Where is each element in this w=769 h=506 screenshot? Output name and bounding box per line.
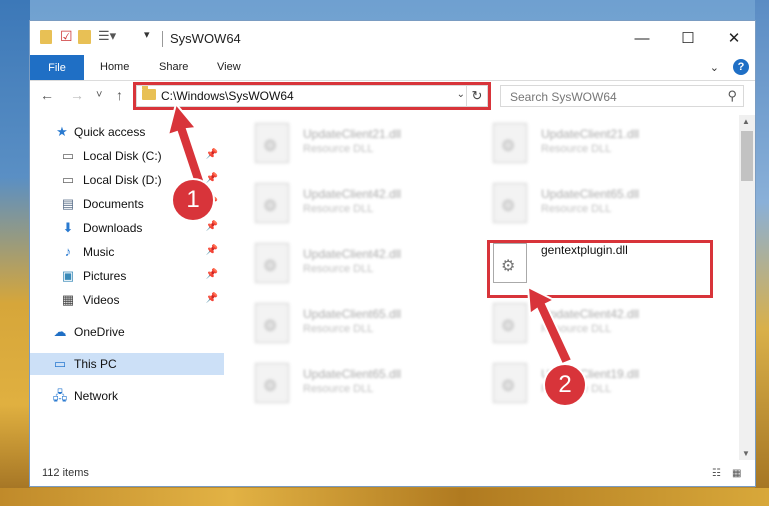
step-2-badge: 2: [543, 363, 587, 407]
step-1-badge: 1: [171, 178, 215, 222]
arrow-1: [166, 101, 207, 188]
annotation-arrows: [166, 101, 574, 366]
arrow-2: [526, 285, 574, 366]
